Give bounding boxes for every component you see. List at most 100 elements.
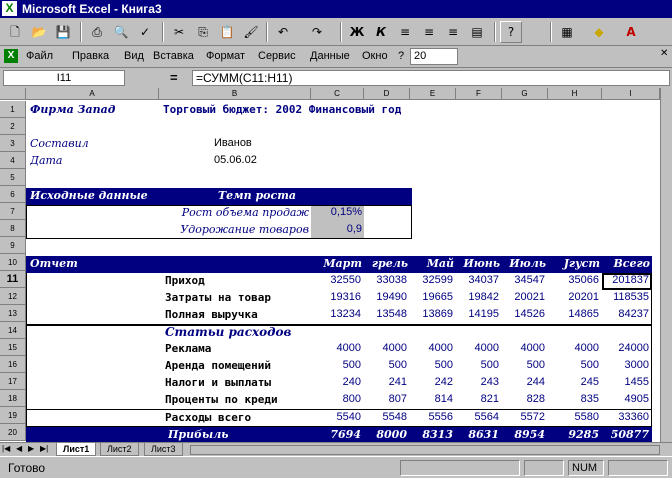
column-header[interactable]: D	[364, 88, 410, 100]
select-all[interactable]	[0, 88, 26, 100]
data-cell[interactable]: 1455	[602, 376, 649, 388]
row-label[interactable]: Полная выручка	[165, 308, 311, 321]
font-color-icon[interactable]: A	[620, 21, 642, 43]
data-cell[interactable]: 5548	[364, 411, 407, 423]
menu-view[interactable]: Вид	[124, 50, 144, 62]
column-header[interactable]: I	[602, 88, 660, 100]
data-cell[interactable]: 4000	[410, 342, 453, 354]
report-label[interactable]: Отчет	[30, 257, 78, 270]
menu-tools[interactable]: Сервис	[258, 50, 296, 62]
menu-help[interactable]: ?	[398, 50, 404, 62]
data-cell[interactable]: 500	[548, 359, 599, 371]
menu-file[interactable]: Файл	[26, 50, 53, 62]
data-cell[interactable]: 5580	[548, 411, 599, 423]
workbook-icon[interactable]: X	[4, 49, 18, 63]
data-cell[interactable]: 34037	[456, 274, 499, 286]
row-label[interactable]: Проценты по креди	[165, 393, 311, 406]
print-icon[interactable]: ⎙	[86, 21, 108, 43]
column-header[interactable]: E	[410, 88, 456, 100]
data-cell[interactable]: 14526	[502, 308, 545, 320]
growth-header[interactable]: Темп роста	[218, 189, 296, 202]
tab-sheet1[interactable]: Лист1	[56, 443, 97, 456]
data-cell[interactable]: 84237	[602, 308, 649, 320]
month-header[interactable]: Май	[410, 257, 454, 270]
copy-icon[interactable]: ⎘	[192, 21, 214, 43]
row-header[interactable]: 16	[0, 356, 26, 373]
row-label[interactable]: Аренда помещений	[165, 359, 311, 372]
data-cell[interactable]: 828	[502, 393, 545, 405]
data-cell[interactable]: 35066	[548, 274, 599, 286]
align-right-icon[interactable]: ≡	[442, 21, 464, 43]
data-cell[interactable]: 118535	[602, 291, 649, 303]
data-cell[interactable]: 34547	[502, 274, 545, 286]
row-label[interactable]: Затраты на товар	[165, 291, 311, 304]
data-cell[interactable]: 4905	[602, 393, 649, 405]
month-header[interactable]: Март	[311, 257, 362, 270]
data-cell[interactable]: 32550	[311, 274, 361, 286]
menu-data[interactable]: Данные	[310, 50, 350, 62]
cost-growth-label[interactable]: Удорожание товаров	[159, 223, 309, 236]
data-cell[interactable]: 5540	[311, 411, 361, 423]
row-header[interactable]: 12	[0, 288, 26, 305]
data-cell[interactable]: 240	[311, 376, 361, 388]
data-cell[interactable]: 19490	[364, 291, 407, 303]
data-cell[interactable]: 5572	[502, 411, 545, 423]
row-header[interactable]: 1	[0, 101, 26, 118]
data-cell[interactable]: 242	[410, 376, 453, 388]
date-label[interactable]: Дата	[30, 154, 63, 167]
compiled-value[interactable]: Иванов	[214, 137, 252, 149]
data-cell[interactable]: 19665	[410, 291, 453, 303]
date-value[interactable]: 05.06.02	[214, 154, 257, 166]
data-cell[interactable]: 33038	[364, 274, 407, 286]
row-header[interactable]: 20	[0, 424, 26, 441]
name-box[interactable]: I11	[3, 70, 125, 86]
data-cell[interactable]: 5556	[410, 411, 453, 423]
row-header[interactable]: 4	[0, 152, 26, 169]
column-header[interactable]: A	[26, 88, 159, 100]
preview-icon[interactable]: 🔍	[110, 21, 132, 43]
data-cell[interactable]: 8631	[456, 428, 499, 441]
data-cell[interactable]: 800	[311, 393, 361, 405]
row-label[interactable]: Приход	[165, 274, 311, 287]
data-cell[interactable]: 19842	[456, 291, 499, 303]
column-header[interactable]: B	[159, 88, 311, 100]
data-cell[interactable]: 244	[502, 376, 545, 388]
row-header[interactable]: 17	[0, 373, 26, 390]
vertical-scrollbar[interactable]	[660, 88, 672, 442]
row-header[interactable]: 7	[0, 203, 26, 220]
menu-edit[interactable]: Правка	[72, 50, 109, 62]
data-cell[interactable]: 8954	[502, 428, 545, 441]
row-label[interactable]: Налоги и выплаты	[165, 376, 311, 389]
redo-icon[interactable]: ↷	[306, 21, 328, 43]
new-icon[interactable]: 🗋	[4, 21, 26, 43]
compiled-label[interactable]: Составил	[30, 137, 89, 150]
data-cell[interactable]: 20021	[502, 291, 545, 303]
fill-color-icon[interactable]: ◆	[588, 21, 610, 43]
italic-icon[interactable]: К	[370, 21, 392, 43]
paste-icon[interactable]: 📋	[216, 21, 238, 43]
data-cell[interactable]: 4000	[456, 342, 499, 354]
tab-sheet2[interactable]: Лист2	[100, 443, 139, 456]
row-header[interactable]: 6	[0, 186, 26, 203]
close-workbook-icon[interactable]: ✕	[660, 48, 668, 59]
data-cell[interactable]: 33360	[602, 411, 649, 423]
data-cell[interactable]: 835	[548, 393, 599, 405]
input-header[interactable]: Исходные данные	[30, 189, 148, 202]
prev-sheet-icon[interactable]: ◀	[16, 444, 22, 453]
row-header[interactable]: 9	[0, 237, 26, 254]
data-cell[interactable]: 500	[410, 359, 453, 371]
spelling-icon[interactable]: ✓	[134, 21, 156, 43]
open-icon[interactable]: 📂	[28, 21, 50, 43]
last-sheet-icon[interactable]: ▶|	[40, 444, 48, 453]
data-cell[interactable]: 201837	[602, 274, 649, 286]
font-size-select[interactable]: 20	[410, 48, 458, 65]
spreadsheet-grid[interactable]: A B C D E F G H I Фирма Запад Торговый б…	[0, 88, 660, 442]
row-header[interactable]: 10	[0, 254, 26, 271]
next-sheet-icon[interactable]: ▶	[28, 444, 34, 453]
data-cell[interactable]: 4000	[364, 342, 407, 354]
undo-icon[interactable]: ↶	[272, 21, 294, 43]
data-cell[interactable]: 14195	[456, 308, 499, 320]
horizontal-scrollbar[interactable]	[190, 445, 660, 455]
sales-growth-value[interactable]: 0,15%	[311, 206, 362, 218]
data-cell[interactable]: 814	[410, 393, 453, 405]
